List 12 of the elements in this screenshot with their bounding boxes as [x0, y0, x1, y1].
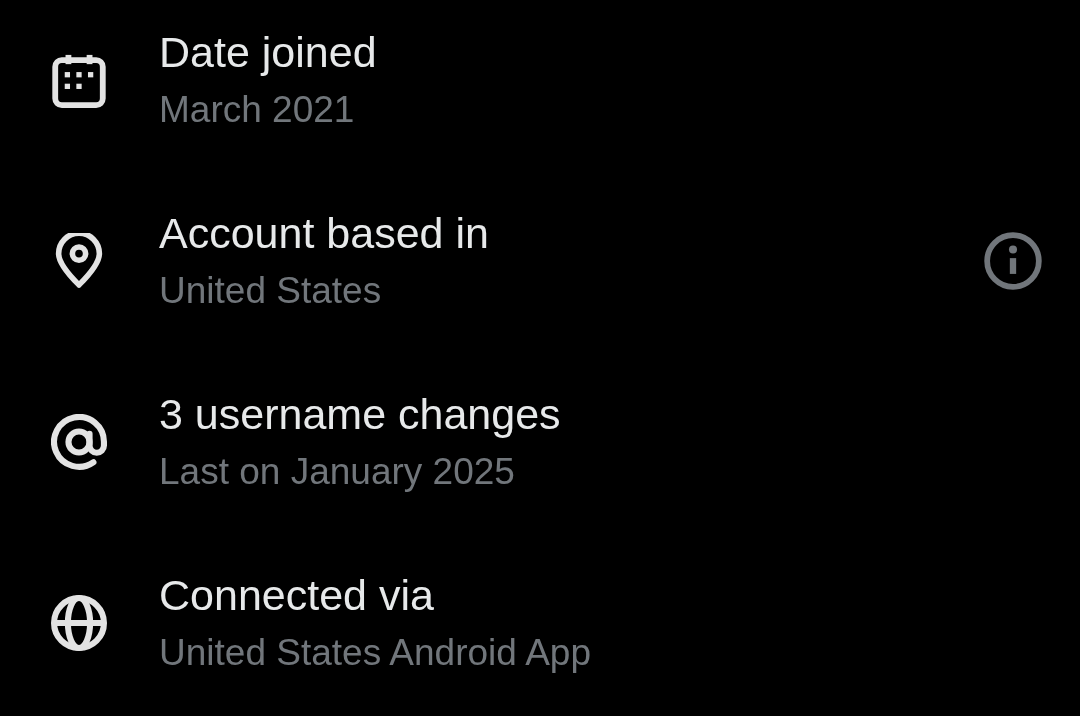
row-title: Connected via — [159, 570, 434, 621]
row-subtitle: United States — [159, 270, 382, 313]
row-subtitle: United States Android App — [159, 632, 591, 675]
row-subtitle: March 2021 — [159, 89, 355, 132]
info-icon[interactable] — [984, 231, 1042, 290]
row-subtitle: Last on January 2025 — [159, 451, 515, 494]
row-title: Date joined — [159, 28, 377, 78]
row-title: 3 username changes — [159, 389, 561, 440]
globe-icon — [51, 594, 107, 651]
row-title: Account based in — [159, 209, 489, 259]
at-sign-icon — [51, 413, 107, 470]
calendar-icon — [51, 52, 107, 108]
